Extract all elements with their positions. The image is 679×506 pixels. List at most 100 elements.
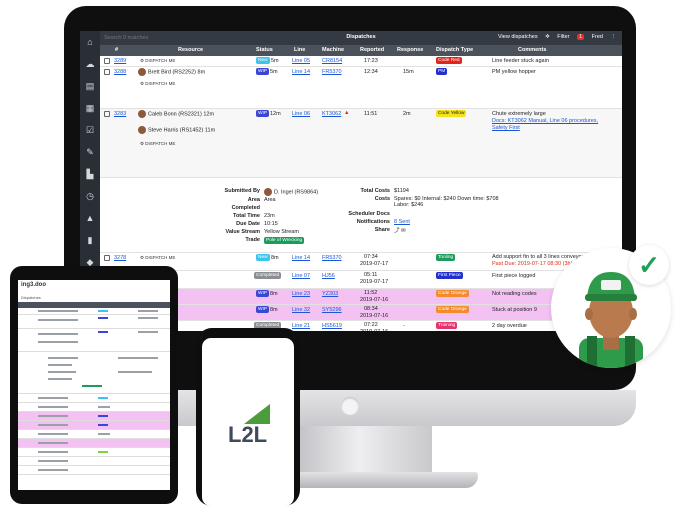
row-checkbox[interactable] — [104, 58, 110, 64]
home-icon[interactable]: ⌂ — [80, 31, 100, 53]
dispatch-id-link[interactable]: 3283 — [114, 111, 126, 117]
tablet-row[interactable] — [18, 466, 170, 475]
table-row[interactable]: ⚙ DISPATCH ME WIP 8m Line 32 SY5296 08:3… — [100, 305, 622, 321]
tablet-screen: ing3.doo Dispatches — [18, 280, 170, 490]
row-checkbox[interactable] — [104, 255, 110, 261]
line-link[interactable]: Line 14 — [292, 69, 310, 75]
due-date-value: 10:15 — [264, 221, 278, 227]
line-link[interactable]: Line 32 — [292, 307, 310, 313]
col-header-response[interactable]: Response — [397, 47, 423, 53]
monitor-stand — [300, 426, 432, 474]
tablet-row[interactable] — [18, 430, 170, 439]
reported-time: 07:34 — [364, 254, 378, 260]
response-time: - — [403, 323, 405, 329]
reported-time: 12:34 — [364, 69, 378, 75]
table-row-expanded[interactable]: 3283 Caleb Bonn (RS2321) 12m Steve Harri… — [100, 109, 622, 178]
avatar — [264, 188, 272, 196]
col-header-id[interactable]: # — [115, 47, 118, 53]
docs-link-safety[interactable]: Safety First — [492, 125, 520, 131]
col-header-resource[interactable]: Resource — [178, 47, 203, 53]
status-time: 5m — [270, 69, 278, 75]
tablet-row[interactable] — [18, 403, 170, 412]
cloud-icon[interactable]: ☁ — [80, 53, 100, 75]
total-time-label: Total Time — [233, 213, 260, 219]
tablet-row[interactable] — [18, 457, 170, 466]
dispatch-me-button[interactable]: ⚙ DISPATCH ME — [140, 58, 175, 64]
share-icon[interactable]: ⤴ ✉ — [394, 226, 406, 234]
submitted-by-label: Submitted By — [224, 188, 260, 194]
check-icon: ✓ — [629, 245, 669, 285]
line-link[interactable]: Line 06 — [292, 111, 310, 117]
line-link[interactable]: Line 21 — [292, 323, 310, 329]
machine-link[interactable]: FR5370 — [322, 69, 342, 75]
line-link[interactable]: Line 14 — [292, 255, 310, 261]
row-checkbox[interactable] — [104, 111, 110, 117]
tablet-row[interactable] — [18, 439, 170, 448]
tablet-row[interactable] — [18, 448, 170, 457]
reported-time: 11:51 — [364, 111, 378, 117]
dispatch-me-button[interactable]: ⚙ DISPATCH ME — [140, 255, 175, 261]
machine-link[interactable]: YZ303 — [322, 291, 338, 297]
reported-time: 17:23 — [364, 58, 378, 64]
kebab-menu-icon[interactable]: ⋮ — [611, 34, 617, 40]
col-header-dispatch-type[interactable]: Dispatch Type — [436, 47, 473, 53]
total-costs-value: $1194 — [394, 188, 409, 194]
row-checkbox[interactable] — [104, 69, 110, 75]
wrench-icon[interactable]: ✎ — [80, 141, 100, 163]
dispatch-me-button[interactable]: ⚙ DISPATCH ME — [140, 81, 175, 87]
table-row[interactable]: 3276 ⚙ DISPATCH ME Completed Line 07 HJ5… — [100, 271, 622, 289]
dispatch-type-badge: Tooling — [436, 254, 456, 261]
col-header-status[interactable]: Status — [256, 47, 273, 53]
machine-link[interactable]: FR5370 — [322, 255, 342, 261]
view-dispatches-link[interactable]: View dispatches — [498, 34, 538, 40]
table-row[interactable]: 3289 ⚙ DISPATCH ME New 5m Line 05 CR8154… — [100, 56, 622, 67]
document-icon[interactable]: ▤ — [80, 75, 100, 97]
user-menu-button[interactable]: Fred — [592, 34, 603, 40]
machine-link[interactable]: KT3062 — [322, 111, 341, 117]
line-link[interactable]: Line 23 — [292, 291, 310, 297]
line-link[interactable]: Line 07 — [292, 273, 310, 279]
table-row[interactable]: 3278 ⚙ DISPATCH ME New 8m Line 14 FR5370… — [100, 253, 622, 271]
warning-icon: ▲ — [344, 110, 350, 116]
status-time: 8m — [270, 291, 278, 297]
line-link[interactable]: Line 05 — [292, 58, 310, 64]
dispatch-id-link[interactable]: 3278 — [114, 255, 126, 261]
tablet-row[interactable] — [18, 308, 170, 315]
tablet-row[interactable] — [18, 394, 170, 403]
col-header-line[interactable]: Line — [294, 47, 305, 53]
checklist-icon[interactable]: ☑ — [80, 119, 100, 141]
table-row[interactable]: ⚙ DISPATCH ME Completed Line 21 HS5619 0… — [100, 321, 622, 331]
dashboard-icon[interactable]: ◷ — [80, 185, 100, 207]
comment-text: First piece logged — [492, 273, 536, 279]
factory-icon[interactable]: ▙ — [80, 163, 100, 185]
gear-icon[interactable]: ✲ — [545, 34, 550, 40]
table-row[interactable]: 3288 Brett Bird (RS2252) 8m ⚙ DISPATCH M… — [100, 67, 622, 109]
col-header-reported[interactable]: Reported — [360, 47, 384, 53]
tablet-row[interactable] — [18, 412, 170, 421]
tablet-row[interactable] — [18, 315, 170, 329]
dispatch-id-link[interactable]: 3289 — [114, 58, 126, 64]
phone-device: L2L — [196, 328, 300, 506]
machine-link[interactable]: HS5619 — [322, 323, 342, 329]
machine-link[interactable]: CR8154 — [322, 58, 342, 64]
machine-link[interactable]: HJ56 — [322, 273, 335, 279]
table-row[interactable]: 3274 ⚙ DISPATCH ME WIP 8m Line 23 YZ303 … — [100, 289, 622, 305]
tablet-detail-panel — [18, 352, 170, 394]
bar-chart-icon[interactable]: ▮ — [80, 229, 100, 251]
col-header-machine[interactable]: Machine — [322, 47, 344, 53]
dispatch-type-badge: Code Orange — [436, 306, 469, 313]
tablet-row[interactable] — [18, 421, 170, 430]
calendar-icon[interactable]: ▦ — [80, 97, 100, 119]
scheduler-docs-label: Scheduler Docs — [348, 211, 390, 217]
dispatch-me-button[interactable]: ⚙ DISPATCH ME — [140, 141, 175, 147]
tablet-row[interactable] — [18, 329, 170, 352]
area-value: Area — [264, 197, 276, 203]
notifications-link[interactable]: 8 Sent — [394, 219, 410, 225]
filter-button[interactable]: Filter — [557, 34, 569, 40]
graduation-icon[interactable]: ▲ — [80, 207, 100, 229]
reported-date: 2019-07-16 — [360, 329, 388, 331]
dispatch-id-link[interactable]: 3288 — [114, 69, 126, 75]
col-header-comments[interactable]: Comments — [518, 47, 546, 53]
docs-links[interactable]: Docs: KT3062 Manual, Line 06 procedures, — [492, 118, 598, 124]
machine-link[interactable]: SY5296 — [322, 307, 342, 313]
